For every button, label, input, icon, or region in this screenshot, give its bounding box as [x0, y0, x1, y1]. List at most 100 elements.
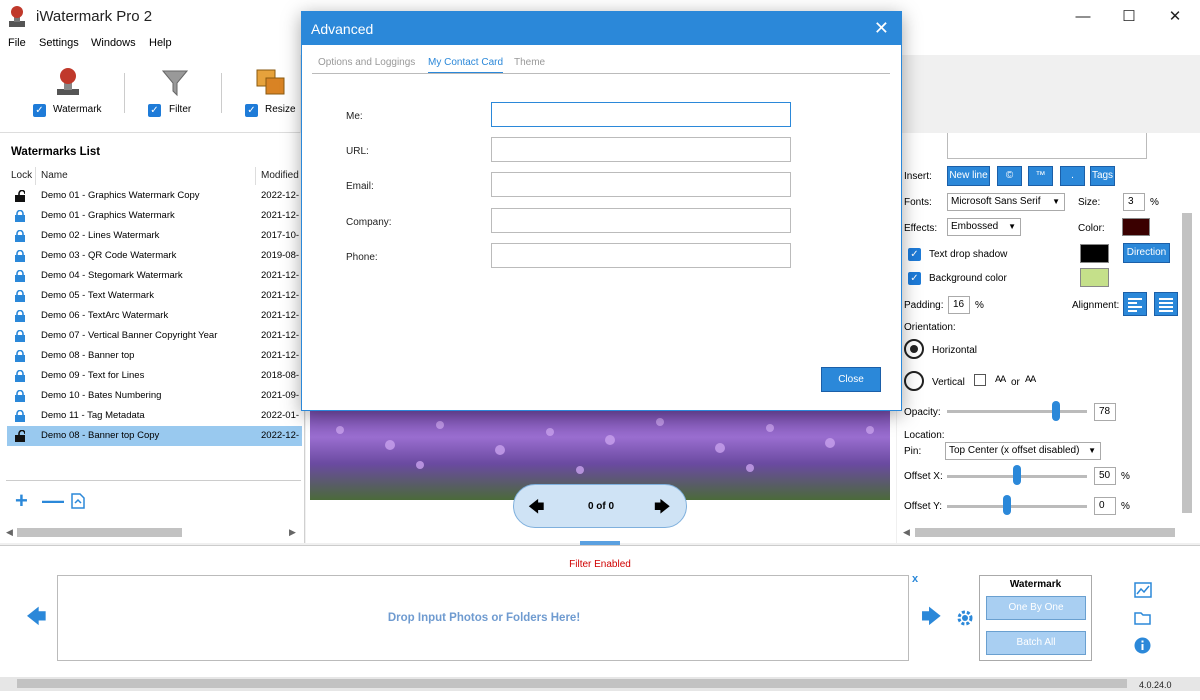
text-drop-shadow-checkbox[interactable]: ✓ [908, 248, 921, 261]
shadow-direction-button[interactable]: Direction [1123, 243, 1170, 263]
dialog-close-icon[interactable]: ✕ [874, 18, 889, 39]
font-select[interactable]: Microsoft Sans Serif ▼ [947, 193, 1065, 211]
horizontal-scrollbar[interactable] [17, 528, 182, 537]
window-close-button[interactable]: ✕ [1152, 0, 1198, 33]
insert-copyright-button[interactable]: © [997, 166, 1022, 186]
lock-icon[interactable] [15, 370, 25, 382]
image-chart-icon[interactable] [1134, 582, 1152, 598]
watermark-stamp-icon[interactable] [54, 67, 82, 97]
size-input[interactable]: 3 [1123, 193, 1145, 211]
add-watermark-button[interactable]: + [15, 490, 28, 512]
lock-icon[interactable] [15, 310, 25, 322]
unlock-icon[interactable] [15, 430, 25, 442]
table-row[interactable]: Demo 10 - Bates Numbering 2021-09- [7, 386, 302, 406]
table-row[interactable]: Demo 05 - Text Watermark 2021-12- [7, 286, 302, 306]
background-color-checkbox[interactable]: ✓ [908, 272, 921, 285]
offset-y-slider-thumb[interactable] [1003, 495, 1012, 515]
batch-all-button[interactable]: Batch All [986, 631, 1086, 655]
scroll-left-arrow-icon[interactable]: ◀ [6, 527, 13, 538]
filter-checkbox[interactable]: ✓ [148, 104, 161, 117]
filter-funnel-icon[interactable] [162, 69, 188, 97]
horizontal-scrollbar[interactable] [915, 528, 1175, 537]
table-row[interactable]: Demo 06 - TextArc Watermark 2021-12- [7, 306, 302, 326]
shadow-color-swatch[interactable] [1080, 244, 1109, 263]
table-row[interactable]: Demo 08 - Banner top Copy 2022-12- [7, 426, 302, 446]
splitter-handle[interactable] [580, 541, 620, 545]
lock-icon[interactable] [15, 290, 25, 302]
table-row[interactable]: Demo 08 - Banner top 2021-12- [7, 346, 302, 366]
vertical-style-checkbox[interactable] [974, 374, 986, 386]
tab-my-contact-card[interactable]: My Contact Card [428, 57, 504, 74]
previous-arrow-icon[interactable]: 🡄 [26, 607, 47, 627]
column-name[interactable]: Name [37, 167, 256, 185]
vertical-radio[interactable] [904, 371, 924, 391]
align-justify-button[interactable] [1154, 292, 1178, 316]
menu-settings[interactable]: Settings [39, 37, 79, 49]
minimize-button[interactable]: — [1060, 0, 1106, 33]
menu-windows[interactable]: Windows [91, 37, 136, 49]
column-lock[interactable]: Lock [7, 167, 36, 185]
offset-x-input[interactable]: 50 [1094, 467, 1116, 485]
text-input-box[interactable] [947, 133, 1147, 159]
opacity-input[interactable]: 78 [1094, 403, 1116, 421]
lock-icon[interactable] [15, 390, 25, 402]
table-row[interactable]: Demo 03 - QR Code Watermark 2019-08- [7, 246, 302, 266]
watermark-checkbox[interactable]: ✓ [33, 104, 46, 117]
effects-select[interactable]: Embossed ▼ [947, 218, 1021, 236]
tab-options-and-loggings[interactable]: Options and Loggings [318, 57, 415, 68]
bottom-scrollbar[interactable] [17, 679, 1127, 688]
table-row[interactable]: Demo 04 - Stegomark Watermark 2021-12- [7, 266, 302, 286]
lock-icon[interactable] [15, 230, 25, 242]
one-by-one-button[interactable]: One By One [986, 596, 1086, 620]
background-color-swatch[interactable] [1080, 268, 1109, 287]
opacity-slider-thumb[interactable] [1052, 401, 1061, 421]
remove-watermark-button[interactable]: — [42, 490, 64, 512]
insert-new-line-button[interactable]: New line [947, 166, 990, 186]
phone-field[interactable] [491, 243, 791, 268]
table-row[interactable]: Demo 09 - Text for Lines 2018-08- [7, 366, 302, 386]
table-row[interactable]: Demo 11 - Tag Metadata 2022-01- [7, 406, 302, 426]
table-row[interactable]: Demo 01 - Graphics Watermark 2021-12- [7, 206, 302, 226]
horizontal-radio[interactable] [904, 339, 924, 359]
tab-theme[interactable]: Theme [514, 57, 545, 68]
email-field[interactable] [491, 172, 791, 197]
padding-input[interactable]: 16 [948, 296, 970, 314]
lock-icon[interactable] [15, 210, 25, 222]
insert-dot-button[interactable]: . [1060, 166, 1085, 186]
lock-icon[interactable] [15, 250, 25, 262]
me-field[interactable] [491, 102, 791, 127]
pin-select[interactable]: Top Center (x offset disabled) ▼ [945, 442, 1101, 460]
lock-icon[interactable] [15, 410, 25, 422]
resize-checkbox[interactable]: ✓ [245, 104, 258, 117]
insert-trademark-button[interactable]: ™ [1028, 166, 1053, 186]
close-button[interactable]: Close [821, 367, 881, 392]
scroll-right-arrow-icon[interactable]: ▶ [289, 527, 296, 538]
offset-x-slider-thumb[interactable] [1013, 465, 1021, 485]
lock-icon[interactable] [15, 330, 25, 342]
drop-zone[interactable]: Drop Input Photos or Folders Here! [57, 575, 909, 661]
insert-tags-button[interactable]: Tags [1090, 166, 1115, 186]
menu-help[interactable]: Help [149, 37, 172, 49]
vertical-scrollbar[interactable] [1182, 213, 1192, 513]
text-color-swatch[interactable] [1122, 218, 1150, 236]
offset-y-slider-track[interactable] [947, 505, 1087, 508]
info-icon[interactable] [1134, 637, 1151, 654]
align-left-button[interactable] [1123, 292, 1147, 316]
table-row[interactable]: Demo 02 - Lines Watermark 2017-10- [7, 226, 302, 246]
gear-icon[interactable] [956, 609, 974, 627]
maximize-button[interactable]: ☐ [1106, 0, 1152, 33]
folder-open-icon[interactable] [1134, 610, 1152, 626]
clear-input-button[interactable]: x [912, 573, 918, 585]
next-arrow-icon[interactable]: 🡆 [921, 607, 942, 627]
unlock-icon[interactable] [15, 190, 25, 202]
scroll-left-arrow-icon[interactable]: ◀ [903, 527, 910, 538]
lock-icon[interactable] [15, 270, 25, 282]
lock-icon[interactable] [15, 350, 25, 362]
next-image-arrow-icon[interactable]: 🡆 [654, 496, 671, 523]
url-field[interactable] [491, 137, 791, 162]
table-row[interactable]: Demo 07 - Vertical Banner Copyright Year… [7, 326, 302, 346]
company-field[interactable] [491, 208, 791, 233]
menu-file[interactable]: File [8, 37, 26, 49]
opacity-slider-track[interactable] [947, 410, 1087, 413]
import-file-icon[interactable] [71, 493, 85, 509]
